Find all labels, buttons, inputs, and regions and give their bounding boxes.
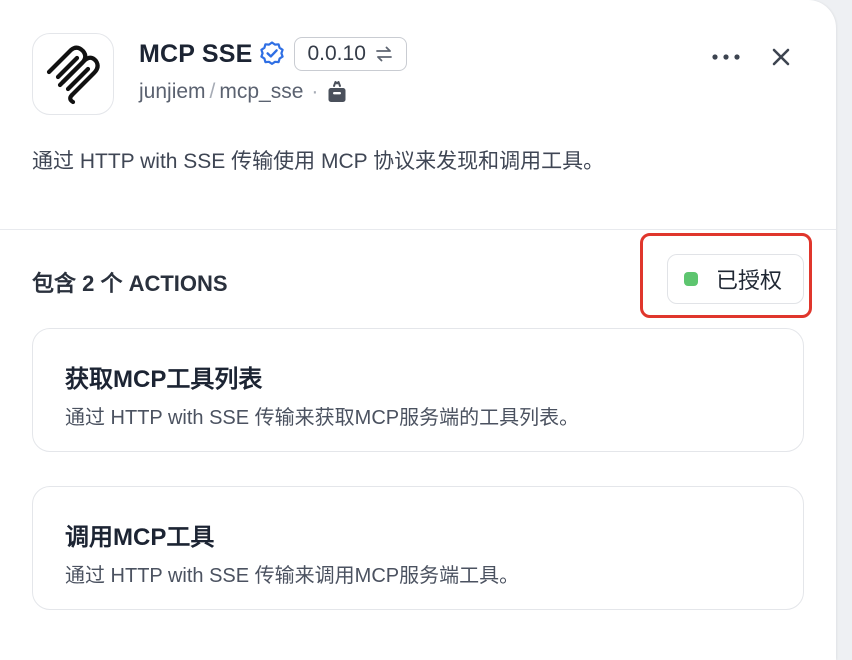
verified-badge-icon	[258, 40, 286, 68]
action-title: 获取MCP工具列表	[65, 366, 263, 393]
action-title: 调用MCP工具	[65, 524, 215, 551]
plugin-meta-row: junjiem / mcp_sse ·	[139, 78, 348, 106]
plugin-repo[interactable]: mcp_sse	[219, 80, 303, 104]
spring-coil-logo-icon	[46, 45, 100, 105]
plugin-logo	[32, 33, 114, 115]
status-dot-icon	[684, 272, 698, 286]
more-dots-icon	[712, 54, 740, 60]
plugin-detail-panel: MCP SSE 0.0.10 junjiem / mcp_sse · 通过 HT…	[0, 0, 836, 660]
more-options-button[interactable]	[706, 43, 746, 71]
actions-section-title: 包含 2 个 ACTIONS	[32, 271, 228, 296]
meta-dot-separator: ·	[311, 80, 319, 103]
action-card[interactable]: 获取MCP工具列表 通过 HTTP with SSE 传输来获取MCP服务端的工…	[32, 328, 804, 452]
action-description: 通过 HTTP with SSE 传输来获取MCP服务端的工具列表。	[65, 407, 580, 429]
version-switcher[interactable]: 0.0.10	[294, 37, 407, 71]
switch-arrows-icon	[375, 46, 392, 62]
auth-status-button[interactable]: 已授权	[667, 254, 804, 304]
action-card[interactable]: 调用MCP工具 通过 HTTP with SSE 传输来调用MCP服务端工具。	[32, 486, 804, 610]
auth-status-label: 已授权	[716, 268, 783, 293]
close-button[interactable]	[764, 40, 798, 74]
version-label: 0.0.10	[307, 42, 366, 65]
action-description: 通过 HTTP with SSE 传输来调用MCP服务端工具。	[65, 565, 520, 587]
package-icon	[328, 81, 346, 102]
section-divider	[0, 229, 836, 230]
plugin-author[interactable]: junjiem	[139, 80, 206, 104]
plugin-title: MCP SSE	[139, 39, 253, 68]
close-icon	[772, 48, 790, 66]
plugin-description: 通过 HTTP with SSE 传输使用 MCP 协议来发现和调用工具。	[32, 150, 605, 173]
path-separator: /	[209, 80, 216, 103]
plugin-title-row: MCP SSE 0.0.10	[139, 35, 407, 73]
